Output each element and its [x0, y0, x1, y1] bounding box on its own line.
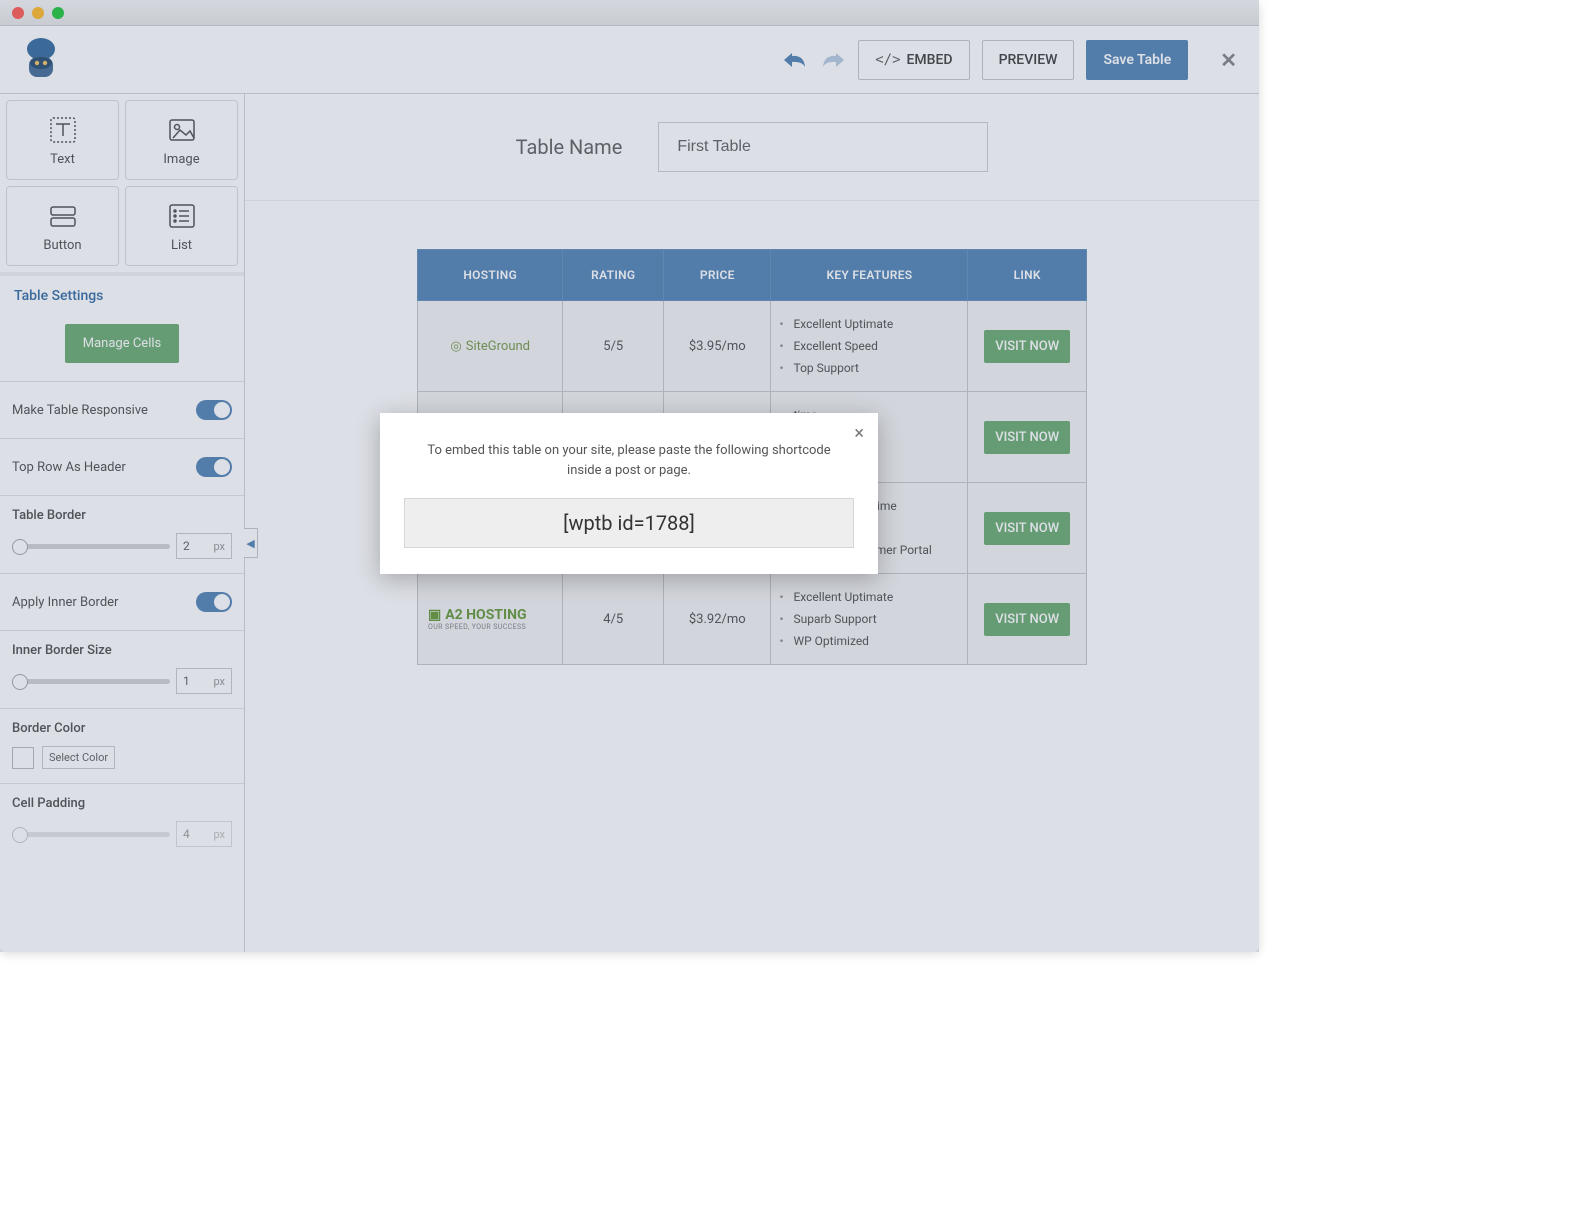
shortcode-box[interactable]: [wptb id=1788]: [404, 498, 854, 548]
modal-close-icon[interactable]: ×: [854, 423, 864, 444]
embed-modal: × To embed this table on your site, plea…: [380, 413, 878, 574]
modal-text: To embed this table on your site, please…: [410, 441, 848, 480]
